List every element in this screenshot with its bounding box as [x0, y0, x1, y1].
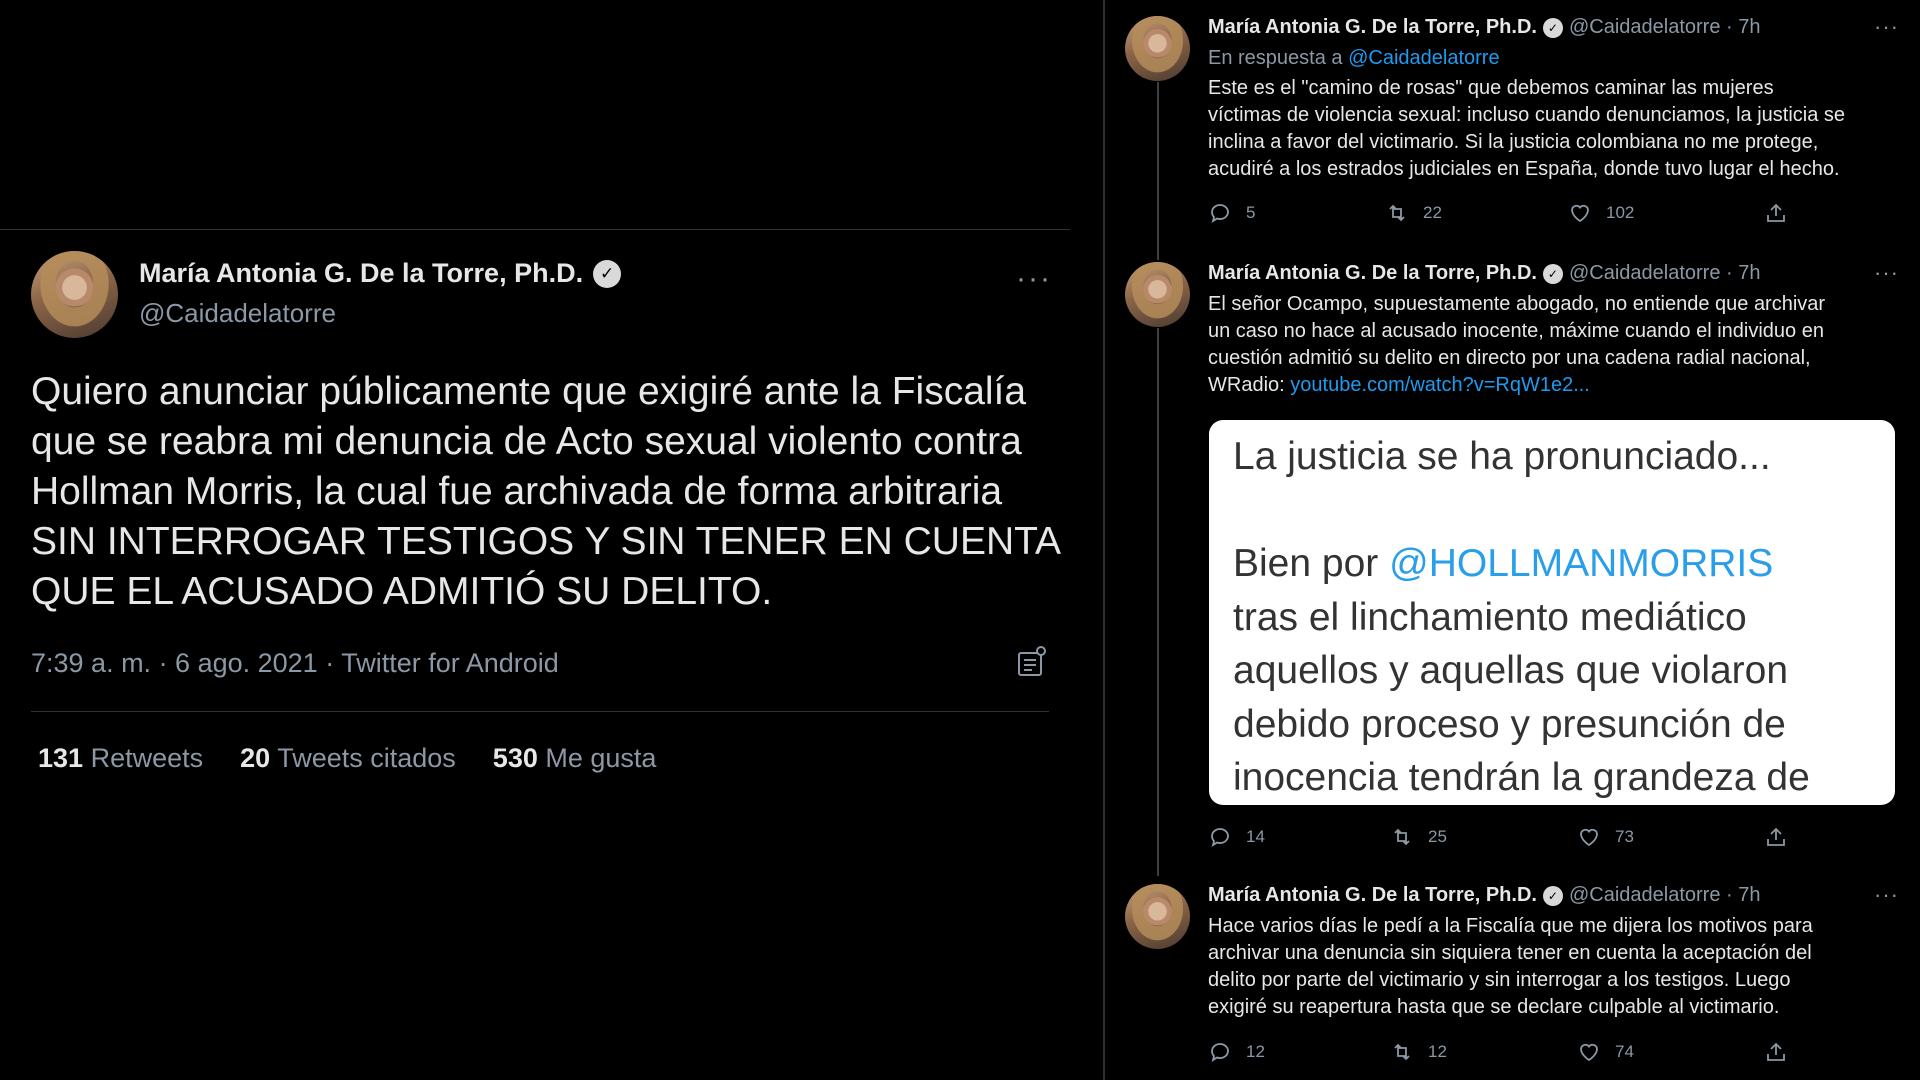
more-options-button[interactable]: ···: [1874, 14, 1899, 40]
tweet-text: Quiero anunciar públicamente que exigiré…: [31, 370, 1059, 613]
author-name[interactable]: María Antonia G. De la Torre, Ph.D. ✓: [139, 258, 622, 289]
more-options-button[interactable]: ···: [1874, 260, 1899, 286]
handle-time[interactable]: @Caidadelatorre · 7h: [1569, 262, 1761, 285]
tweet-text: El señor Ocampo, supuestamente abogado, …: [1208, 293, 1826, 396]
verified-badge-icon: ✓: [593, 259, 622, 288]
share-button[interactable]: [1764, 825, 1788, 849]
avatar[interactable]: [31, 251, 118, 338]
tweet-header: María Antonia G. De la Torre, Ph.D. ✓ @C…: [1208, 16, 1760, 39]
reply-button[interactable]: 5: [1208, 201, 1255, 225]
youtube-link[interactable]: youtube.com/watch?v=RqW1e2...: [1290, 374, 1590, 396]
reply-icon: [1211, 204, 1229, 223]
author-name[interactable]: María Antonia G. De la Torre, Ph.D.: [1208, 16, 1537, 39]
heart-icon: [1580, 828, 1598, 847]
retweet-button[interactable]: 12: [1390, 1040, 1447, 1064]
media-image-text: La justicia se ha pronunciado... Bien po…: [1233, 435, 1810, 799]
heart-icon: [1571, 204, 1589, 223]
like-button[interactable]: 102: [1568, 201, 1634, 225]
share-icon: [1767, 827, 1785, 846]
author-name[interactable]: María Antonia G. De la Torre, Ph.D.: [1208, 262, 1537, 285]
reply-icon: [1211, 828, 1229, 847]
tweet-text: Este es el "camino de rosas" que debemos…: [1208, 77, 1846, 180]
likes-stat[interactable]: 530 Me gusta: [493, 743, 657, 774]
avatar[interactable]: [1125, 262, 1190, 327]
avatar[interactable]: [1125, 16, 1190, 81]
share-icon: [1767, 1042, 1785, 1061]
analytics-icon[interactable]: [1016, 646, 1046, 678]
tweet-text: Hace varios días le pedí a la Fiscalía q…: [1208, 915, 1813, 1018]
share-button[interactable]: [1764, 1040, 1788, 1064]
verified-badge-icon: ✓: [1542, 885, 1563, 906]
author-name[interactable]: María Antonia G. De la Torre, Ph.D.: [1208, 884, 1537, 907]
tweet-meta[interactable]: 7:39 a. m. · 6 ago. 2021 · Twitter for A…: [31, 648, 559, 679]
retweet-button[interactable]: 22: [1385, 201, 1442, 225]
tweet-separator: [0, 229, 1070, 230]
thread-connector: [1157, 82, 1159, 260]
tweet-header: María Antonia G. De la Torre, Ph.D. ✓ @C…: [1208, 884, 1760, 907]
thread-connector: [1157, 328, 1159, 876]
reply-button[interactable]: 14: [1208, 825, 1265, 849]
reply-handle-link[interactable]: @Caidadelatorre: [1348, 47, 1500, 69]
share-icon: [1767, 203, 1785, 222]
retweet-icon: [1394, 1043, 1410, 1061]
reply-context: En respuesta a @Caidadelatorre: [1208, 47, 1500, 69]
reply-icon: [1211, 1043, 1229, 1062]
heart-icon: [1580, 1043, 1598, 1062]
tweet-stats: 131 Retweets 20 Tweets citados 530 Me gu…: [38, 743, 656, 774]
more-options-button[interactable]: ···: [1016, 262, 1052, 296]
reply-button[interactable]: 12: [1208, 1040, 1265, 1064]
media-image[interactable]: La justicia se ha pronunciado... Bien po…: [1209, 420, 1895, 805]
like-button[interactable]: 73: [1577, 825, 1634, 849]
quotes-stat[interactable]: 20 Tweets citados: [240, 743, 456, 774]
handle-time[interactable]: @Caidadelatorre · 7h: [1569, 884, 1761, 907]
tweet-header: María Antonia G. De la Torre, Ph.D. ✓ @C…: [1208, 262, 1760, 285]
stats-divider: [31, 711, 1049, 712]
retweet-icon: [1394, 828, 1410, 846]
retweet-button[interactable]: 25: [1390, 825, 1447, 849]
retweets-stat[interactable]: 131 Retweets: [38, 743, 203, 774]
author-handle[interactable]: @Caidadelatorre: [139, 298, 336, 329]
like-button[interactable]: 74: [1577, 1040, 1634, 1064]
avatar[interactable]: [1125, 884, 1190, 949]
verified-badge-icon: ✓: [1542, 17, 1563, 38]
verified-badge-icon: ✓: [1542, 263, 1563, 284]
handle-time[interactable]: @Caidadelatorre · 7h: [1569, 16, 1761, 39]
more-options-button[interactable]: ···: [1874, 882, 1899, 908]
retweet-icon: [1389, 204, 1405, 222]
share-button[interactable]: [1764, 201, 1788, 225]
